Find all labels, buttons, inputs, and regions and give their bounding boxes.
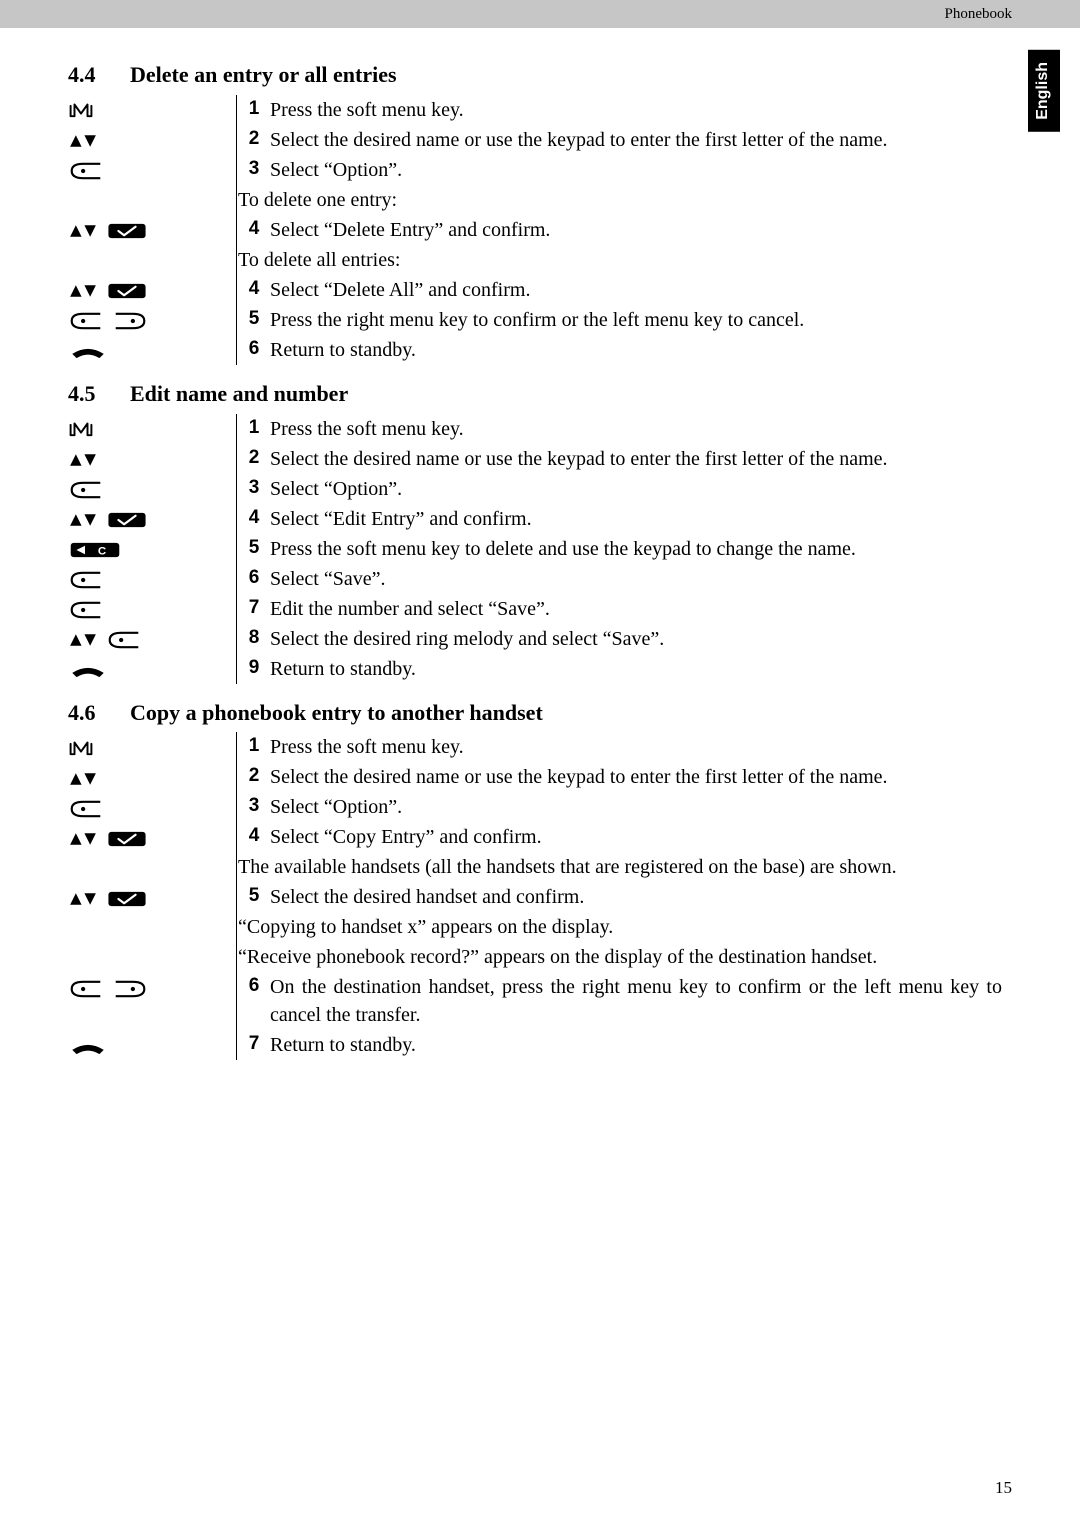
section-4-5-steps: 1 Press the soft menu key. 2 Select the … <box>68 414 1002 684</box>
left-key-icon <box>68 799 104 819</box>
up-down-icon <box>68 131 98 151</box>
left-key-icon <box>68 570 104 590</box>
left-key-icon <box>68 600 104 620</box>
up-down-icon <box>68 889 98 909</box>
clear-icon <box>68 540 122 560</box>
hangup-icon <box>68 660 108 680</box>
menu-key-icon <box>68 739 94 759</box>
section-4-6-title: 4.6Copy a phonebook entry to another han… <box>68 698 1002 729</box>
up-down-icon <box>68 829 98 849</box>
right-key-icon <box>112 311 148 331</box>
up-down-icon <box>68 281 98 301</box>
menu-key-icon <box>68 420 94 440</box>
check-icon <box>106 889 148 909</box>
section-4-5-title: 4.5Edit name and number <box>68 379 1002 410</box>
language-tab: English <box>1028 50 1060 132</box>
up-down-icon <box>68 630 98 650</box>
check-icon <box>106 221 148 241</box>
up-down-icon <box>68 450 98 470</box>
page-number: 15 <box>995 1476 1012 1500</box>
check-icon <box>106 829 148 849</box>
left-key-icon <box>68 161 104 181</box>
left-key-icon <box>68 311 104 331</box>
section-4-6-steps: 1 Press the soft menu key. 2 Select the … <box>68 732 1002 1060</box>
check-icon <box>106 510 148 530</box>
menu-key-icon <box>68 101 94 121</box>
up-down-icon <box>68 510 98 530</box>
page-content: 4.4Delete an entry or all entries 1 Pres… <box>0 28 1080 1060</box>
up-down-icon <box>68 221 98 241</box>
left-key-icon <box>106 630 142 650</box>
left-key-icon <box>68 480 104 500</box>
section-4-4-title: 4.4Delete an entry or all entries <box>68 60 1002 91</box>
section-4-4-steps: 1 Press the soft menu key. 2 Select the … <box>68 95 1002 365</box>
hangup-icon <box>68 341 108 361</box>
header-label: Phonebook <box>945 4 1013 25</box>
right-key-icon <box>112 979 148 999</box>
hangup-icon <box>68 1037 108 1057</box>
header-bar: Phonebook <box>0 0 1080 28</box>
check-icon <box>106 281 148 301</box>
left-key-icon <box>68 979 104 999</box>
up-down-icon <box>68 769 98 789</box>
